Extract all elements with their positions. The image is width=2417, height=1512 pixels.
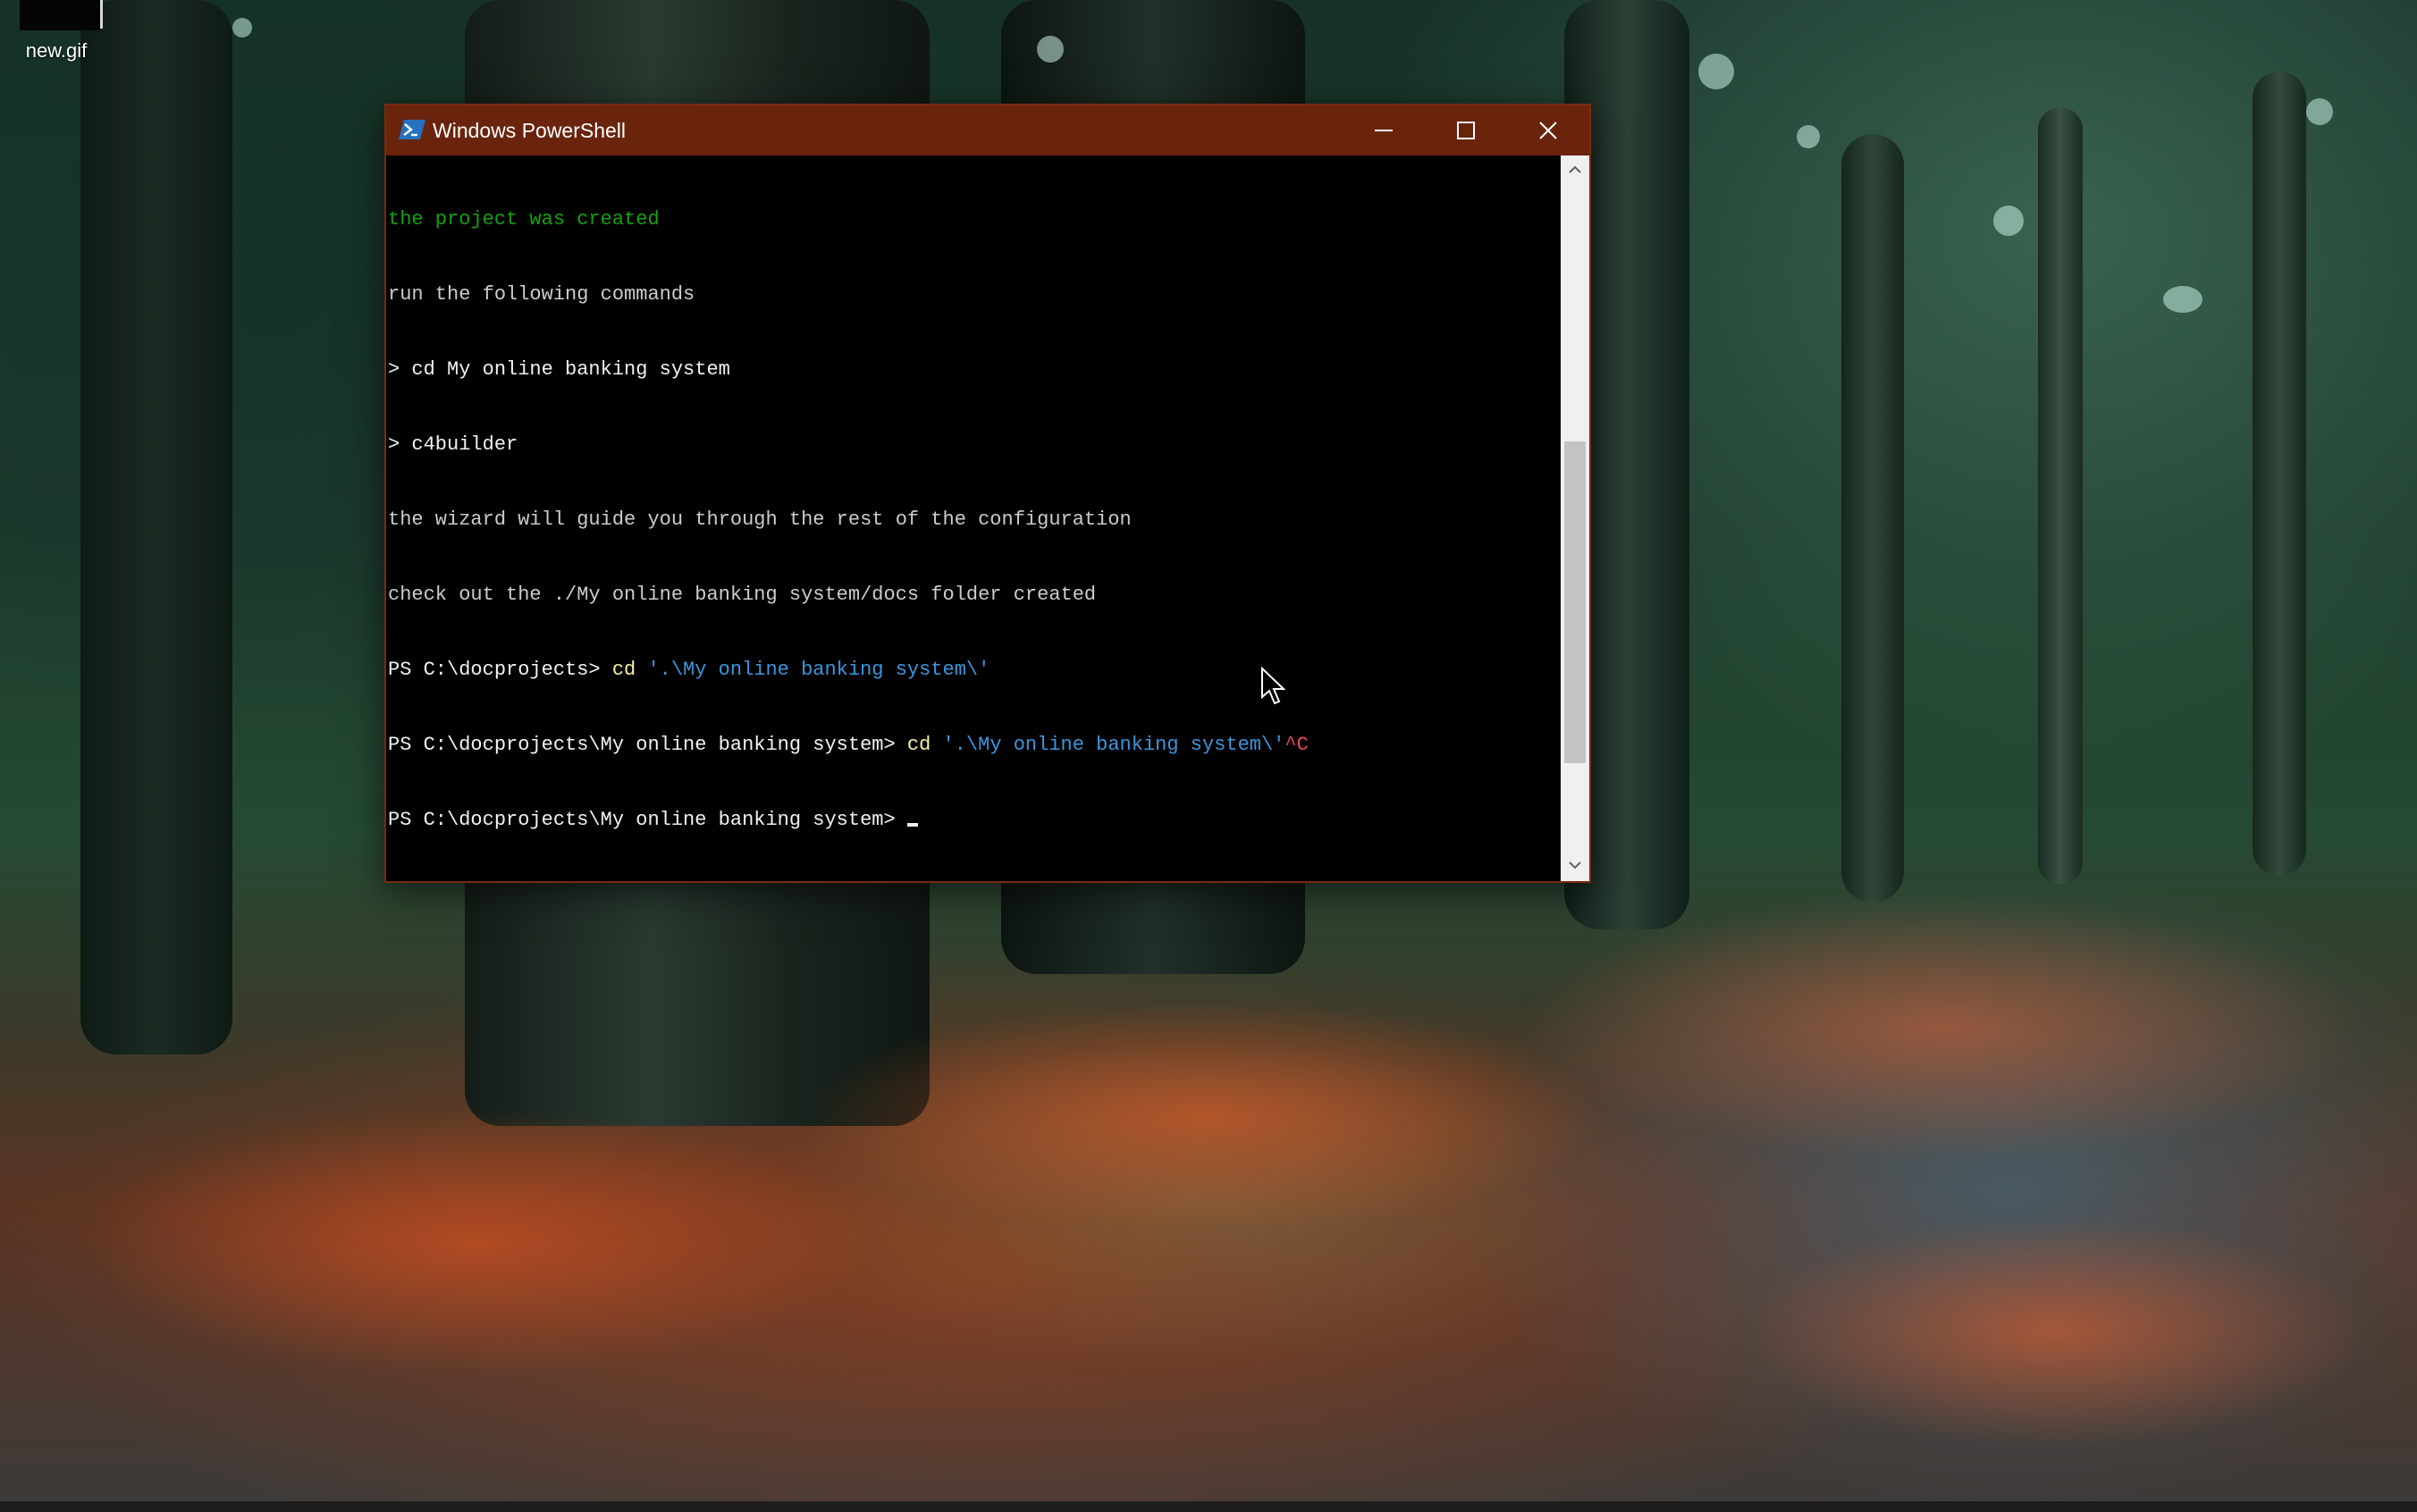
desktop-icon-label: new.gif — [25, 39, 88, 62]
canopy-light — [2163, 286, 2202, 313]
gif-file-icon — [20, 0, 100, 30]
scroll-up-button[interactable] — [1561, 155, 1589, 186]
console-argument: '.\My online banking system\' — [636, 659, 990, 681]
console-line: > cd My online banking system — [388, 357, 1562, 382]
console-text: run the following commands — [388, 283, 695, 306]
console-text: the project was created — [388, 208, 660, 231]
console-line: PS C:\docprojects\My online banking syst… — [388, 808, 1562, 833]
console-text: > cd My online banking system — [388, 358, 730, 381]
close-icon — [1539, 122, 1557, 139]
console-argument: '.\My online banking system\' — [931, 734, 1285, 756]
desktop-icon-new-gif[interactable]: new.gif — [7, 0, 105, 71]
console-line: the project was created — [388, 207, 1562, 232]
canopy-light — [1993, 206, 2024, 236]
console-interrupt: ^C — [1284, 734, 1309, 756]
console-prompt: PS C:\docprojects\My online banking syst… — [388, 734, 907, 756]
canopy-light — [1797, 125, 1820, 148]
canopy-light — [2306, 98, 2333, 125]
mouse-pointer-icon — [1261, 667, 1286, 705]
vertical-scrollbar[interactable] — [1561, 155, 1589, 881]
scroll-down-button[interactable] — [1561, 851, 1589, 881]
canopy-light — [232, 18, 252, 38]
scroll-down-arrow-icon — [1569, 861, 1581, 869]
console-prompt: PS C:\docprojects\My online banking syst… — [388, 809, 907, 831]
console-line: PS C:\docprojects\My online banking syst… — [388, 733, 1562, 758]
tree-trunk — [2038, 107, 2083, 885]
tree-trunk — [2253, 71, 2306, 876]
window-titlebar[interactable]: Windows PowerShell — [386, 105, 1589, 155]
fallen-leaves — [1743, 1215, 2369, 1448]
console-text: the wizard will guide you through the re… — [388, 508, 1132, 531]
maximize-icon — [1457, 122, 1475, 139]
console-line: check out the ./My online banking system… — [388, 583, 1562, 608]
taskbar[interactable] — [0, 1501, 2417, 1512]
canopy-light — [1698, 54, 1734, 89]
console-line: run the following commands — [388, 282, 1562, 307]
console-command: cd — [906, 734, 931, 756]
console-line: PS C:\docprojects> cd '.\My online banki… — [388, 658, 1562, 683]
gif-file-icon-edge — [100, 0, 103, 29]
powershell-icon — [399, 118, 425, 141]
fallen-leaves — [72, 1108, 876, 1376]
console-line: the wizard will guide you through the re… — [388, 508, 1562, 533]
scroll-up-arrow-icon — [1569, 165, 1581, 173]
tree-trunk — [1841, 134, 1904, 903]
minimize-button[interactable] — [1343, 105, 1425, 155]
canopy-light — [1037, 36, 1064, 63]
close-button[interactable] — [1507, 105, 1589, 155]
tree-trunk — [80, 0, 232, 1054]
powershell-window[interactable]: Windows PowerShell the project was creat… — [384, 104, 1591, 883]
console-text: > c4builder — [388, 433, 518, 456]
console-prompt: PS C:\docprojects> — [388, 659, 612, 681]
fallen-leaves — [1520, 894, 2369, 1162]
window-title: Windows PowerShell — [433, 119, 627, 142]
console-line: > c4builder — [388, 433, 1562, 458]
text-cursor — [906, 823, 918, 827]
minimize-icon — [1375, 130, 1393, 131]
console-output[interactable]: the project was created run the followin… — [386, 155, 1562, 881]
fallen-leaves — [804, 1001, 1609, 1233]
console-text: check out the ./My online banking system… — [388, 584, 1097, 606]
maximize-button[interactable] — [1425, 105, 1507, 155]
console-command: cd — [611, 659, 636, 681]
scroll-thumb[interactable] — [1564, 441, 1586, 763]
